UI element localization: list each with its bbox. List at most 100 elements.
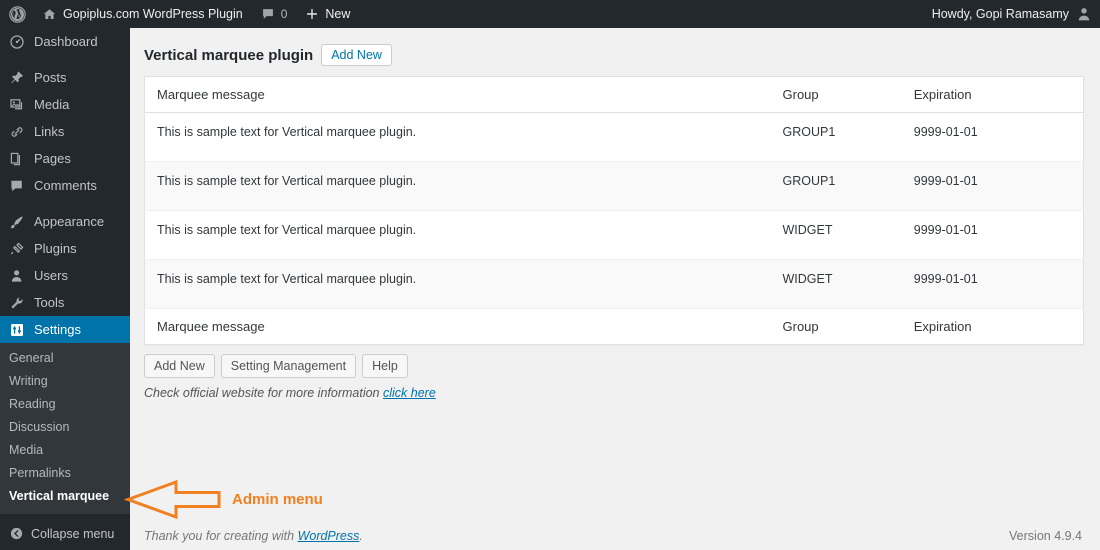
plus-icon xyxy=(305,7,319,21)
note-text: Check official website for more informat… xyxy=(144,386,380,400)
sidebar-item-appearance[interactable]: Appearance xyxy=(0,208,130,235)
footer-thanks-prefix: Thank you for creating with xyxy=(144,529,295,543)
footer-thanks-suffix: . xyxy=(359,529,363,543)
action-buttons: Add New Setting Management Help xyxy=(144,345,1084,378)
sidebar-item-tools[interactable]: Tools xyxy=(0,289,130,316)
sidebar-item-media[interactable]: Media xyxy=(0,91,130,118)
help-button[interactable]: Help xyxy=(362,354,408,378)
media-icon xyxy=(9,97,31,113)
column-footer-message[interactable]: Marquee message xyxy=(144,308,771,345)
sidebar-item-users[interactable]: Users xyxy=(0,262,130,289)
wordpress-logo-icon xyxy=(9,5,26,23)
table-foot: Marquee message Group Expiration xyxy=(144,308,1084,345)
table-head: Marquee message Group Expiration xyxy=(144,76,1084,113)
sidebar-item-label: Posts xyxy=(34,70,67,85)
user-icon xyxy=(9,268,31,284)
official-website-note: Check official website for more informat… xyxy=(144,378,1084,400)
plug-icon xyxy=(9,241,31,257)
sidebar-item-dashboard[interactable]: Dashboard xyxy=(0,28,130,55)
column-header-expiration[interactable]: Expiration xyxy=(901,76,1084,113)
add-new-button[interactable]: Add New xyxy=(144,354,215,378)
menu-separator xyxy=(0,199,130,208)
add-new-top-button[interactable]: Add New xyxy=(321,44,392,66)
table-footer-row: Marquee message Group Expiration xyxy=(144,308,1084,345)
cell-message: This is sample text for Vertical marquee… xyxy=(144,161,771,211)
home-icon xyxy=(42,7,57,22)
page-title: Vertical marquee plugin xyxy=(144,46,314,64)
new-content-menu[interactable]: New xyxy=(296,0,359,28)
table-row[interactable]: This is sample text for Vertical marquee… xyxy=(144,161,1084,211)
dashboard-gauge-icon xyxy=(9,34,31,50)
cell-expiration: 9999-01-01 xyxy=(901,161,1084,211)
sidebar-item-label: Settings xyxy=(34,322,81,337)
footer-version: Version 4.9.4 xyxy=(1009,529,1082,543)
admin-bar: Gopiplus.com WordPress Plugin 0 New Howd… xyxy=(0,0,1100,28)
sidebar-item-label: Pages xyxy=(34,151,71,166)
comment-bubble-icon xyxy=(261,7,275,21)
comments-menu[interactable]: 0 xyxy=(252,0,297,28)
footer-thanks: Thank you for creating with WordPress. xyxy=(144,529,363,543)
content-area: Vertical marquee plugin Add New Marquee … xyxy=(130,28,1100,550)
marquee-table: Marquee message Group Expiration This is… xyxy=(144,76,1084,345)
cell-expiration: 9999-01-01 xyxy=(901,259,1084,309)
column-footer-group[interactable]: Group xyxy=(770,308,902,345)
cell-group: WIDGET xyxy=(770,259,902,309)
cell-group: GROUP1 xyxy=(770,161,902,211)
sidebar-item-label: Users xyxy=(34,268,68,283)
table-body: This is sample text for Vertical marquee… xyxy=(144,112,1084,309)
cell-group: GROUP1 xyxy=(770,112,902,162)
submenu-item-discussion[interactable]: Discussion xyxy=(0,416,130,439)
sidebar-item-pages[interactable]: Pages xyxy=(0,145,130,172)
sidebar-item-plugins[interactable]: Plugins xyxy=(0,235,130,262)
submenu-item-vertical-marquee[interactable]: Vertical marquee xyxy=(0,485,130,508)
cell-group: WIDGET xyxy=(770,210,902,260)
column-footer-expiration[interactable]: Expiration xyxy=(901,308,1084,345)
paintbrush-icon xyxy=(9,214,31,230)
submenu-item-general[interactable]: General xyxy=(0,347,130,370)
submenu-item-media[interactable]: Media xyxy=(0,439,130,462)
sidebar-item-posts[interactable]: Posts xyxy=(0,64,130,91)
wordpress-logo-button[interactable] xyxy=(0,0,33,28)
sidebar-item-comments[interactable]: Comments xyxy=(0,172,130,199)
cell-expiration: 9999-01-01 xyxy=(901,210,1084,260)
pages-icon xyxy=(9,151,31,167)
site-name-label: Gopiplus.com WordPress Plugin xyxy=(63,7,243,21)
comment-bubble-icon xyxy=(9,178,31,194)
sidebar-item-label: Tools xyxy=(34,295,65,310)
sidebar-item-label: Comments xyxy=(34,178,97,193)
wordpress-link[interactable]: WordPress xyxy=(298,529,360,543)
sidebar-item-label: Appearance xyxy=(34,214,105,229)
table-row[interactable]: This is sample text for Vertical marquee… xyxy=(144,210,1084,260)
table-row[interactable]: This is sample text for Vertical marquee… xyxy=(144,112,1084,162)
setting-management-button[interactable]: Setting Management xyxy=(220,354,357,378)
cell-message: This is sample text for Vertical marquee… xyxy=(144,112,771,162)
comments-count: 0 xyxy=(280,7,288,21)
page-header: Vertical marquee plugin Add New xyxy=(144,38,1084,76)
table-row[interactable]: This is sample text for Vertical marquee… xyxy=(144,259,1084,309)
table-header-row: Marquee message Group Expiration xyxy=(144,76,1084,113)
sidebar-item-settings[interactable]: Settings xyxy=(0,316,138,343)
admin-sidebar: Dashboard Posts Media Links Pages Commen… xyxy=(0,28,138,550)
sidebar-item-label: Plugins xyxy=(34,241,77,256)
sidebar-item-label: Media xyxy=(34,97,70,112)
column-header-group[interactable]: Group xyxy=(770,76,902,113)
click-here-link[interactable]: click here xyxy=(383,386,436,400)
collapse-menu-label: Collapse menu xyxy=(31,526,115,541)
collapse-menu-button[interactable]: Collapse menu xyxy=(0,526,114,541)
wrench-icon xyxy=(9,295,31,311)
column-header-message[interactable]: Marquee message xyxy=(144,76,771,113)
submenu-item-writing[interactable]: Writing xyxy=(0,370,130,393)
collapse-arrow-left-icon xyxy=(9,526,31,541)
sidebar-item-label: Dashboard xyxy=(34,34,98,49)
cell-message: This is sample text for Vertical marquee… xyxy=(144,210,771,260)
site-name-menu[interactable]: Gopiplus.com WordPress Plugin xyxy=(33,0,252,28)
cell-message: This is sample text for Vertical marquee… xyxy=(144,259,771,309)
submenu-item-permalinks[interactable]: Permalinks xyxy=(0,462,130,485)
account-menu[interactable]: Howdy, Gopi Ramasamy xyxy=(932,6,1100,22)
cell-expiration: 9999-01-01 xyxy=(901,112,1084,162)
admin-footer: Thank you for creating with WordPress. V… xyxy=(130,522,1100,550)
menu-separator xyxy=(0,55,130,64)
sidebar-item-links[interactable]: Links xyxy=(0,118,130,145)
user-avatar-icon xyxy=(1076,6,1092,22)
submenu-item-reading[interactable]: Reading xyxy=(0,393,130,416)
